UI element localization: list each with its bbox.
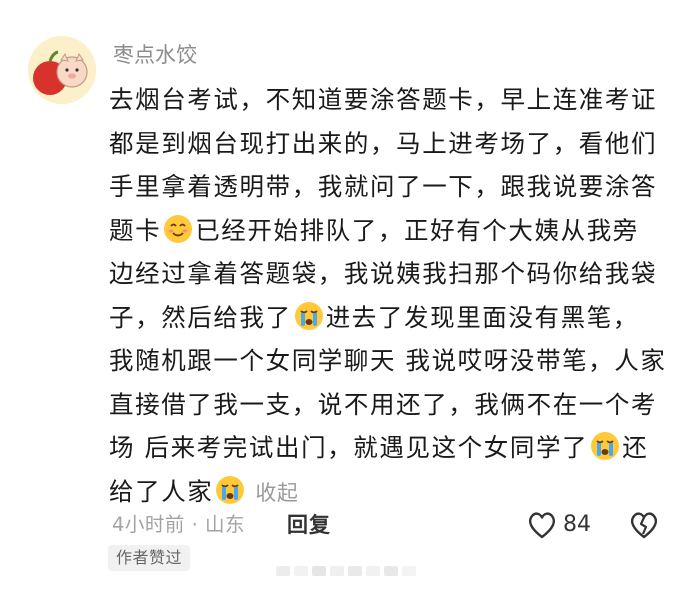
author-liked-badge: 作者赞过: [108, 545, 191, 571]
crying-emoji-icon: [591, 432, 620, 460]
comment-text: 给了人家: [109, 476, 214, 506]
comment-text: 题卡: [109, 215, 162, 245]
crying-emoji-icon: [294, 301, 323, 330]
like-count: 84: [563, 512, 591, 537]
comment-line: 去烟台考试，不知道要涂答题卡，早上连准考证: [109, 85, 658, 114]
comment-text: 进去了发现里面没有黑笔，: [325, 302, 639, 332]
avatar[interactable]: [28, 36, 96, 104]
heart-icon[interactable]: [526, 510, 558, 540]
username[interactable]: 枣点水饺: [113, 42, 197, 68]
page-indicator: [276, 566, 416, 576]
comment-body: 去烟台考试，不知道要涂答题卡，早上连准考证 都是到烟台现打出来的，马上进考场了，…: [109, 78, 669, 513]
comment-line: 题卡 已经开始排队了，正好有个大姨从我旁: [109, 209, 669, 253]
comment-line: 给了人家 收起: [109, 470, 669, 514]
comment-line: 边经过拿着答题袋，我说姨我扫那个码你给我袋: [109, 259, 658, 288]
comment-line: 手里拿着透明带，我就问了一下，跟我说要涂答: [109, 172, 658, 201]
comment-text: 场 后来考完试出门，就遇见这个女同学了: [109, 433, 589, 462]
reply-button[interactable]: 回复: [287, 511, 331, 539]
comment-text: 还: [622, 433, 649, 462]
collapse-link[interactable]: 收起: [255, 481, 298, 505]
crying-emoji-icon: [216, 475, 245, 504]
smile-emoji-icon: [164, 214, 193, 243]
comment-line: 场 后来考完试出门，就遇见这个女同学了 还: [109, 426, 669, 470]
comment-line: 都是到烟台现打出来的，马上进考场了，看他们: [109, 128, 658, 158]
comment-meta: 4小时前 · 山东: [112, 513, 246, 536]
comment-line: 子，然后给我了 进去了发现里面没有黑笔，: [109, 296, 669, 340]
comment-line: 我随机跟一个女同学聊天 我说哎呀没带笔，人家: [109, 346, 667, 375]
comment-text: 子，然后给我了: [109, 302, 292, 332]
comment-line: 直接借了我一支，说不用还了，我俩不在一个考: [109, 389, 658, 419]
comment-text: 已经开始排队了，正好有个大姨从我旁: [195, 215, 639, 245]
avatar-image: [28, 36, 96, 104]
broken-heart-icon[interactable]: [628, 510, 660, 540]
